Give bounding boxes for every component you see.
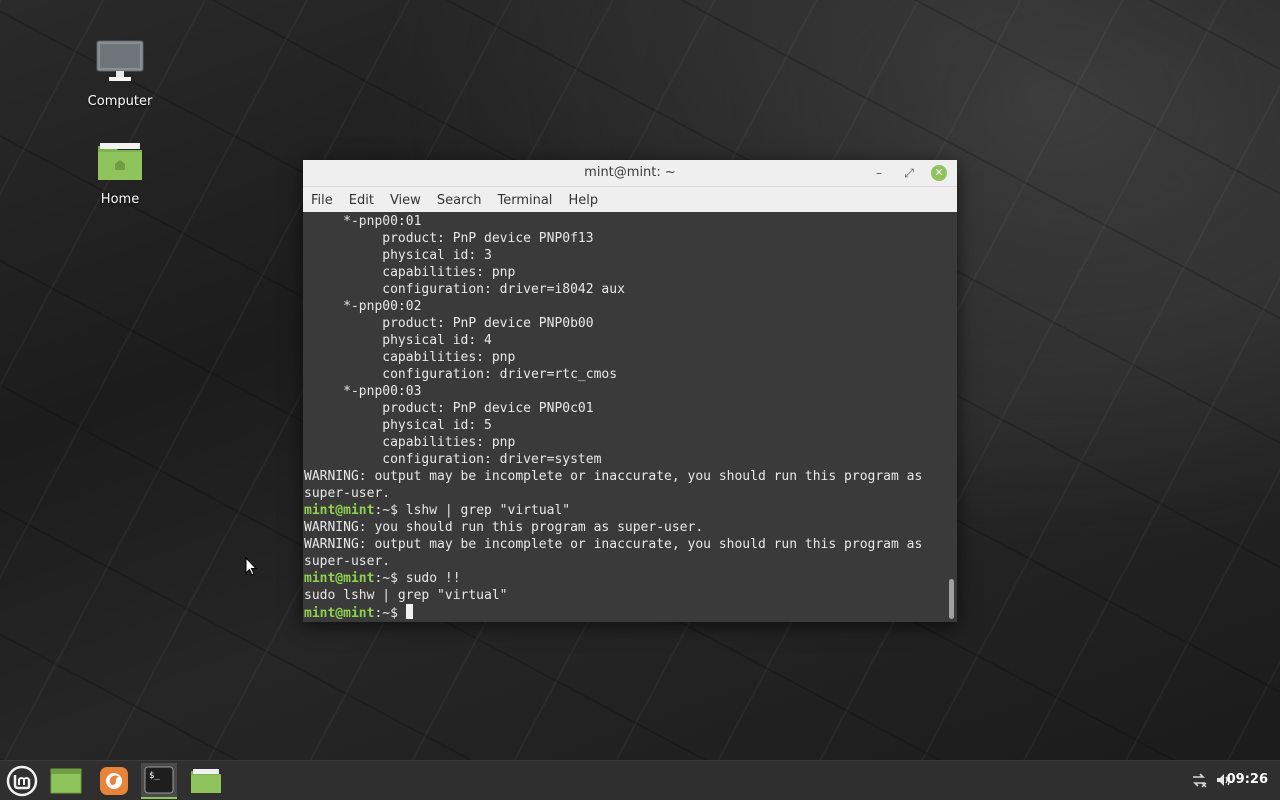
close-icon: ✕ (934, 166, 944, 179)
line-text: sudo lshw | grep "virtual" (304, 588, 508, 603)
terminal-output-line: capabilities: pnp (304, 349, 957, 366)
line-text: capabilities: pnp (304, 265, 516, 280)
terminal-output-line: super-user. (304, 485, 957, 502)
terminal-output-line: sudo lshw | grep "virtual" (304, 587, 957, 604)
line-text: *-pnp00:02 (304, 299, 422, 314)
title-bar[interactable]: mint@mint: ~ – ⤢ ✕ (303, 160, 957, 187)
terminal-prompt-line: mint@mint:~$ lshw | grep "virtual" (304, 502, 957, 519)
prompt-user: mint@mint (304, 571, 375, 586)
terminal-output-line: WARNING: output may be incomplete or ina… (304, 468, 957, 485)
line-text: super-user. (304, 554, 391, 569)
clock[interactable]: 09:26 (1227, 772, 1268, 787)
prompt-user: mint@mint (304, 503, 375, 518)
terminal-taskbar-button[interactable]: $_ (141, 763, 177, 799)
line-text: WARNING: output may be incomplete or ina… (304, 537, 923, 552)
menu-edit[interactable]: Edit (349, 193, 374, 208)
taskbar: $_ 09:26 (0, 760, 1280, 800)
terminal-output-line: physical id: 3 (304, 247, 957, 264)
line-text: WARNING: output may be incomplete or ina… (304, 469, 923, 484)
terminal-output-line: WARNING: you should run this program as … (304, 519, 957, 536)
line-text: configuration: driver=i8042 aux (304, 282, 625, 297)
line-text: physical id: 5 (304, 418, 492, 433)
menu-help[interactable]: Help (568, 193, 598, 208)
desktop-icon-computer[interactable]: Computer (70, 40, 170, 109)
line-text: lshw | grep "virtual" (397, 503, 571, 518)
mouse-pointer-icon (245, 556, 258, 581)
line-text (398, 606, 406, 621)
terminal-output-line: *-pnp00:03 (304, 383, 957, 400)
line-text: configuration: driver=rtc_cmos (304, 367, 618, 382)
mint-menu-button[interactable] (4, 763, 40, 799)
text-cursor (405, 604, 413, 619)
terminal-output-line: configuration: driver=system (304, 451, 957, 468)
terminal-output-line: product: PnP device PNP0f13 (304, 230, 957, 247)
terminal-output-line: physical id: 5 (304, 417, 957, 434)
mint-menu-icon (6, 765, 38, 797)
terminal-output-line: capabilities: pnp (304, 264, 957, 281)
maximize-button[interactable]: ⤢ (901, 165, 917, 181)
home-folder-icon (70, 140, 170, 186)
line-text: capabilities: pnp (304, 350, 516, 365)
terminal-prompt-line: mint@mint:~$ sudo !! (304, 570, 957, 587)
firefox-icon (100, 767, 128, 795)
prompt-user: mint@mint (304, 606, 375, 621)
menu-bar: File Edit View Search Terminal Help (303, 187, 957, 213)
show-desktop-icon (50, 768, 82, 794)
terminal-output-line: physical id: 4 (304, 332, 957, 349)
terminal-scrollbar[interactable] (949, 579, 954, 619)
firefox-launcher[interactable] (96, 763, 132, 799)
line-text: super-user. (304, 486, 391, 501)
terminal-output-line: *-pnp00:01 (304, 213, 957, 230)
desktop-icon-home[interactable]: Home (70, 140, 170, 207)
terminal-output[interactable]: *-pnp00:01 product: PnP device PNP0f13 p… (303, 212, 957, 622)
files-launcher[interactable] (188, 763, 224, 799)
terminal-output-line: *-pnp00:02 (304, 298, 957, 315)
terminal-output-line: product: PnP device PNP0b00 (304, 315, 957, 332)
menu-search[interactable]: Search (437, 193, 482, 208)
line-text: capabilities: pnp (304, 435, 516, 450)
terminal-icon: $_ (144, 766, 174, 794)
minimize-button[interactable]: – (871, 165, 887, 181)
terminal-output-line: WARNING: output may be incomplete or ina… (304, 536, 957, 553)
show-desktop-button[interactable] (48, 763, 84, 799)
line-text: product: PnP device PNP0c01 (304, 401, 594, 416)
line-text: sudo !! (397, 571, 461, 586)
terminal-prompt-line: mint@mint:~$ (304, 604, 957, 621)
terminal-output-line: product: PnP device PNP0c01 (304, 400, 957, 417)
line-text: *-pnp00:01 (304, 214, 422, 229)
menu-terminal[interactable]: Terminal (497, 193, 552, 208)
restore-icon: ⤢ (904, 166, 914, 180)
terminal-window[interactable]: mint@mint: ~ – ⤢ ✕ File Edit View Search… (303, 160, 957, 622)
line-text: *-pnp00:03 (304, 384, 422, 399)
terminal-output-line: capabilities: pnp (304, 434, 957, 451)
line-text: physical id: 3 (304, 248, 492, 263)
menu-file[interactable]: File (311, 193, 333, 208)
files-icon (191, 769, 221, 793)
line-text: WARNING: you should run this program as … (304, 520, 704, 535)
window-title: mint@mint: ~ (584, 165, 676, 180)
desktop-icon-label: Computer (87, 94, 153, 109)
menu-view[interactable]: View (390, 193, 421, 208)
terminal-output-line: super-user. (304, 553, 957, 570)
terminal-output-line: configuration: driver=rtc_cmos (304, 366, 957, 383)
line-text: physical id: 4 (304, 333, 492, 348)
terminal-output-line: configuration: driver=i8042 aux (304, 281, 957, 298)
svg-text:$_: $_ (149, 771, 160, 781)
prompt-suffix: :~$ (374, 606, 398, 621)
line-text: configuration: driver=system (304, 452, 602, 467)
prompt-suffix: :~$ (374, 571, 398, 586)
network-icon[interactable] (1190, 771, 1208, 793)
computer-icon (70, 40, 170, 88)
close-button[interactable]: ✕ (931, 165, 947, 181)
line-text: product: PnP device PNP0b00 (304, 316, 594, 331)
minimize-icon: – (876, 166, 882, 180)
desktop-icon-label: Home (100, 192, 140, 207)
prompt-suffix: :~$ (374, 503, 398, 518)
line-text: product: PnP device PNP0f13 (304, 231, 594, 246)
